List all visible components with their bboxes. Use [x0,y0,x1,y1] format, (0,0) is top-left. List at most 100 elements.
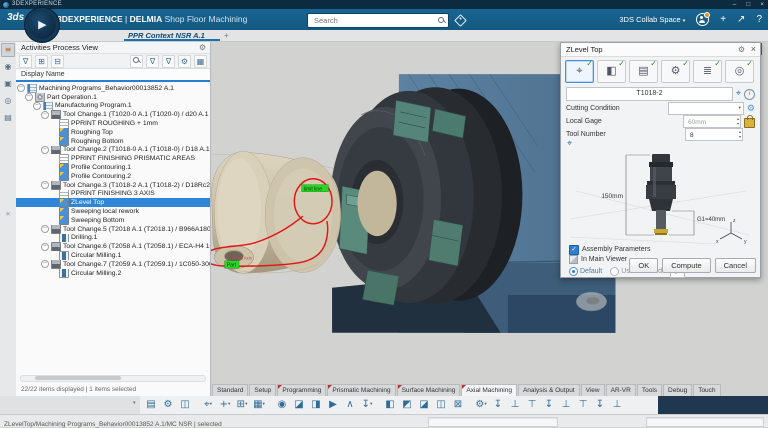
local-gage-input[interactable] [686,116,732,128]
tree-item[interactable]: PPRINT FINISHING 3 AXIS [16,190,210,199]
filter-clear-icon[interactable]: ∇ [162,55,175,68]
tree-item[interactable]: − Tool Change.7 (T2059 A.1 (T2059.1) / 1… [16,260,210,269]
parameters-tab-icon[interactable]: ▤ ✓ [629,60,658,83]
spot-drilling-icon[interactable]: ⊥ [508,398,522,412]
ok-button[interactable]: OK [629,258,658,273]
cutting-condition-select[interactable]: ▾ [668,102,744,115]
tree-item[interactable]: Roughing Bottom [16,137,210,146]
rail-model-tab-icon[interactable]: ▣ [1,77,15,91]
expander-icon[interactable]: − [41,225,49,233]
global-search[interactable] [307,13,449,28]
expander-icon[interactable]: − [33,102,41,110]
lock-icon[interactable] [744,118,755,128]
grid-table-icon[interactable]: ▦▾ [252,398,266,412]
tool-preview[interactable]: 150mm G1=40mm z x y [566,149,753,244]
reframe-icon[interactable]: ⌖ [567,140,760,149]
part-label[interactable]: Part [225,261,240,269]
dialog-settings-icon[interactable]: ⚙ [738,45,745,54]
ribbon-tab[interactable]: Standard [212,384,248,396]
assembly-parameters-checkbox[interactable]: ✓ [569,245,579,255]
expand-all-icon[interactable]: ⊞ [35,55,48,68]
rotary-machining-icon[interactable]: ◉ [275,398,289,412]
pattern-icon[interactable]: ⊞▾ [235,398,249,412]
scrollbar-thumb[interactable] [35,376,121,380]
dialog-close-icon[interactable]: × [751,44,756,54]
resource-gear-icon[interactable]: ⚙ [161,398,175,412]
ribbon-tab[interactable]: Analysis & Output [518,384,580,396]
roughing-icon[interactable]: ◪ [292,398,306,412]
share-button[interactable]: ↗ [737,14,745,25]
horizontal-scrollbar[interactable] [20,375,206,382]
tool-name-field[interactable]: T1018-2 [566,87,733,101]
axis-system-icon[interactable]: ⌖▾ [201,398,215,412]
ribbon-tab[interactable]: Touch [693,384,720,396]
collab-space-menu[interactable]: 3DS Collab Space▾ [619,15,685,24]
in-main-viewer-icon[interactable] [569,255,578,264]
tool-number-input[interactable] [688,129,734,141]
tree-item[interactable]: Circular Milling.1 [16,251,210,260]
ribbon-tab[interactable]: AR-VR [606,384,636,396]
tool-tab-icon[interactable]: ⌖ ✓ [565,60,594,83]
filter-add-icon[interactable]: ∇ [146,55,159,68]
collapse-all-icon[interactable]: ⊟ [51,55,64,68]
ribbon-tab[interactable]: Debug [663,384,692,396]
search-icon[interactable] [130,55,143,68]
tree-item[interactable]: − Machining Programs_Behavior00013852 A.… [16,84,210,93]
rail-activities-tab-icon[interactable]: ≡ [1,43,15,57]
feeds-speeds-tab-icon[interactable]: ≣ ✓ [693,60,722,83]
tree-item[interactable]: Profile Contouring.1 [16,163,210,172]
ribbon-tab[interactable]: Axial Machining [461,384,517,396]
deep-hole-icon[interactable]: ⊤ [525,398,539,412]
tree-item[interactable]: − Tool Change.1 (T1020-0 A.1 (T1020-0) /… [16,110,210,119]
drilling-icon[interactable]: ↧ [491,398,505,412]
counterboring-icon[interactable]: ↧ [593,398,607,412]
tree-item[interactable]: Roughing Top [16,128,210,137]
expander-icon[interactable]: − [17,84,25,92]
minimize-button[interactable]: – [733,0,737,9]
boring-icon[interactable]: ⊥ [559,398,573,412]
default-radio[interactable]: Default [569,267,602,276]
tag-icon[interactable] [454,14,467,27]
rail-layers-tab-icon[interactable]: ▤ [1,111,15,125]
dialog-titlebar[interactable]: ZLevel Top ⚙ × [561,43,760,57]
ribbon-tab[interactable]: View [581,384,605,396]
pointing-cursor-icon[interactable]: ▶ [326,398,340,412]
columns-icon[interactable]: ▦ [194,55,207,68]
drill-settings-icon[interactable]: ⚙▾ [474,398,488,412]
3dexperience-compass[interactable]: ▶ [24,7,60,43]
tree-item[interactable]: − Part Operation.1 [16,93,210,102]
local-gage-stepper[interactable]: ▴▾ [683,115,741,128]
ribbon-tab[interactable]: Programming [277,384,326,396]
search-input[interactable] [312,14,428,27]
tree-item[interactable]: − Tool Change.2 (T1018-0 A.1 (T1018-0) /… [16,146,210,155]
tree-item[interactable]: − Tool Change.5 (T2018 A.1 (T2018.1) / B… [16,225,210,234]
pencil-operation-icon[interactable]: ⊠ [451,398,465,412]
close-button[interactable]: × [760,0,764,9]
ribbon-tab[interactable]: Tools [637,384,662,396]
user-avatar[interactable] [696,13,709,26]
machining-axes-icon[interactable]: +▾ [218,398,232,412]
ribbon-tab[interactable]: Setup [249,384,276,396]
expander-icon[interactable]: − [25,93,33,101]
cancel-button[interactable]: Cancel [715,258,756,273]
tapping-icon[interactable]: ↧ [542,398,556,412]
process-tree-icon[interactable]: ▤ [144,398,158,412]
toolbar-overflow-icon[interactable]: ▾ [133,400,136,406]
expander-icon[interactable]: − [41,111,49,119]
spinner-arrows-icon[interactable]: ▴▾ [739,129,741,139]
circular-milling-icon[interactable]: ⊥ [610,398,624,412]
zlevel-icon[interactable]: ◧ [383,398,397,412]
tree-item[interactable]: − Tool Change.6 (T2058 A.1 (T2058.1) / E… [16,242,210,251]
search-icon[interactable] [438,17,445,24]
expander-icon[interactable]: − [41,243,49,251]
rail-history-tab-icon[interactable]: ◎ [1,94,15,108]
collapse-panel-icon[interactable]: « [0,209,16,218]
profile-probe-icon[interactable]: ∧ [343,398,357,412]
monitor-icon[interactable]: ◫ [178,398,192,412]
rail-compass-tab-icon[interactable]: ◉ [1,60,15,74]
contour-driven-icon[interactable]: ◩ [400,398,414,412]
tree-item[interactable]: Sweeping local rework [16,207,210,216]
tree-item[interactable]: Profile Contouring.2 [16,172,210,181]
reaming-icon[interactable]: ⊤ [576,398,590,412]
tree-item[interactable]: Sweeping Bottom [16,216,210,225]
